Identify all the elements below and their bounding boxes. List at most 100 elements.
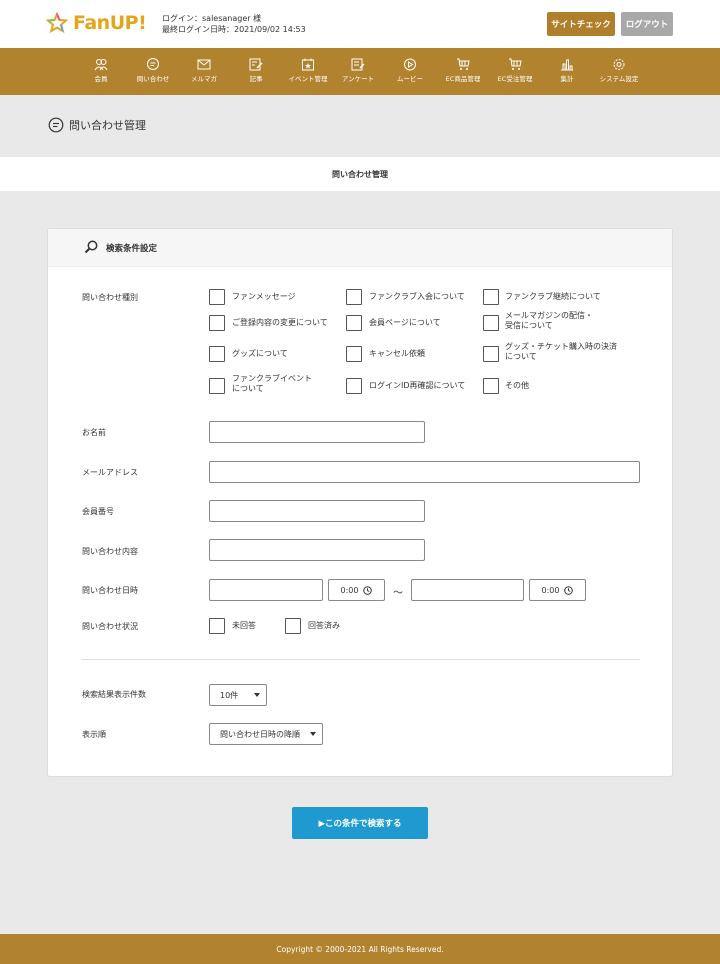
checkbox-label: グッズ・チケット購入時の決済 について bbox=[505, 342, 617, 361]
site-check-button[interactable]: サイトチェック bbox=[547, 12, 615, 36]
checkbox-cancel-request[interactable] bbox=[346, 346, 362, 362]
inquiry-type-label: 問い合わせ種別 bbox=[82, 293, 138, 302]
checkbox-fan-message[interactable] bbox=[209, 289, 225, 305]
checkbox-payment[interactable] bbox=[483, 346, 499, 362]
checkbox-fanclub-renew[interactable] bbox=[483, 289, 499, 305]
time-to-input[interactable]: 0:00 bbox=[529, 579, 586, 601]
result-count-label: 検索結果表示件数 bbox=[82, 690, 146, 699]
member-number-input[interactable] bbox=[209, 500, 425, 522]
nav-item-ec-products[interactable]: EC商品管理 bbox=[433, 58, 493, 83]
logo-star-icon bbox=[46, 12, 68, 34]
inquiry-datetime-label: 問い合わせ日時 bbox=[82, 586, 138, 595]
survey-icon bbox=[351, 58, 365, 71]
checkbox-fanclub-event[interactable] bbox=[209, 378, 225, 394]
clock-icon bbox=[564, 585, 574, 595]
page-title-text: 問い合わせ管理 bbox=[69, 119, 146, 132]
panel-header: 検索条件設定 bbox=[48, 229, 672, 267]
nav-label: ムービー bbox=[397, 75, 423, 83]
checkbox-answered[interactable] bbox=[285, 618, 301, 634]
checkbox-label: ファンメッセージ bbox=[232, 292, 296, 301]
nav-label: 会員 bbox=[94, 75, 108, 83]
checkbox-label: 会員ページについて bbox=[369, 318, 441, 327]
breadcrumb: 問い合わせ管理 bbox=[0, 157, 720, 191]
nav-item-system[interactable]: システム設定 bbox=[589, 58, 649, 83]
date-to-input[interactable] bbox=[411, 579, 524, 601]
checkbox-label: グッズについて bbox=[232, 349, 288, 358]
bar-chart-icon bbox=[561, 59, 573, 71]
member-number-label: 会員番号 bbox=[82, 507, 114, 516]
checkbox-label: ご登録内容の変更について bbox=[232, 318, 328, 327]
checkbox-label: キャンセル依頼 bbox=[369, 349, 425, 358]
range-separator: 〜 bbox=[393, 588, 403, 599]
edit-icon bbox=[249, 58, 263, 71]
sort-order-label: 表示順 bbox=[82, 730, 106, 739]
result-count-select[interactable]: 10件 bbox=[209, 684, 267, 706]
fanup-logo[interactable]: FanUP! bbox=[46, 12, 147, 34]
inquiry-content-label: 問い合わせ内容 bbox=[82, 547, 138, 556]
time-from-value: 0:00 bbox=[340, 585, 359, 595]
nav-item-stats[interactable]: 集計 bbox=[537, 58, 597, 83]
footer: Copyright © 2000-2021 All Rights Reserve… bbox=[0, 934, 720, 964]
nav-label: EC受注管理 bbox=[497, 75, 533, 83]
panel-title: 検索条件設定 bbox=[106, 244, 158, 254]
mail-icon bbox=[197, 59, 211, 70]
name-label: お名前 bbox=[82, 428, 106, 437]
copyright: Copyright © 2000-2021 All Rights Reserve… bbox=[276, 944, 444, 954]
nav-item-survey[interactable]: アンケート bbox=[328, 58, 388, 83]
time-from-input[interactable]: 0:00 bbox=[328, 579, 385, 601]
cart-icon bbox=[457, 58, 470, 70]
checkbox-unanswered[interactable] bbox=[209, 618, 225, 634]
inquiry-status-label: 問い合わせ状況 bbox=[82, 622, 138, 631]
checkbox-label: 未回答 bbox=[232, 621, 256, 630]
nav-label: 記事 bbox=[249, 75, 263, 83]
nav-item-members[interactable]: 会員 bbox=[71, 58, 131, 83]
time-to-value: 0:00 bbox=[541, 585, 560, 595]
breadcrumb-current: 問い合わせ管理 bbox=[332, 169, 388, 179]
cart-icon bbox=[509, 58, 522, 70]
checkbox-label: ファンクラブ継続について bbox=[505, 292, 601, 301]
date-from-input[interactable] bbox=[209, 579, 323, 601]
nav-item-ec-orders[interactable]: EC受注管理 bbox=[485, 58, 545, 83]
logo-text: FanUP! bbox=[73, 12, 147, 34]
inquiry-content-input[interactable] bbox=[209, 539, 425, 561]
checkbox-label: ファンクラブイベント について bbox=[232, 374, 312, 393]
nav-label: メルマガ bbox=[191, 75, 217, 83]
gear-icon bbox=[613, 59, 625, 70]
nav-label: 集計 bbox=[560, 75, 574, 83]
logout-button[interactable]: ログアウト bbox=[621, 12, 673, 36]
divider bbox=[82, 659, 640, 660]
email-input[interactable] bbox=[209, 461, 640, 483]
name-input[interactable] bbox=[209, 421, 425, 443]
checkbox-mailmag-delivery[interactable] bbox=[483, 315, 499, 331]
checkbox-registration-change[interactable] bbox=[209, 315, 225, 331]
result-count-value: 10件 bbox=[220, 690, 239, 700]
checkbox-label: メールマガジンの配信・ 受信について bbox=[505, 311, 593, 330]
sort-order-value: 問い合わせ日時の降順 bbox=[220, 729, 300, 739]
email-label: メールアドレス bbox=[82, 468, 138, 477]
login-info: ログイン：salesanager 様 最終ログイン日時：2021/09/02 1… bbox=[162, 13, 306, 35]
checkbox-label: その他 bbox=[505, 381, 529, 390]
users-icon bbox=[94, 59, 108, 71]
nav-item-articles[interactable]: 記事 bbox=[226, 58, 286, 83]
nav-item-mailmag[interactable]: メルマガ bbox=[174, 58, 234, 83]
sort-order-select[interactable]: 問い合わせ日時の降順 bbox=[209, 723, 323, 745]
checkbox-login-id[interactable] bbox=[346, 378, 362, 394]
main-nav: 会員 問い合わせ メルマガ 記事 イベント管理 アンケート ムービー EC商品管… bbox=[0, 48, 720, 95]
chat-icon bbox=[147, 58, 159, 70]
search-conditions-panel: 検索条件設定 問い合わせ種別 ファンメッセージ ファンクラブ入会について ファン… bbox=[47, 228, 673, 777]
search-icon bbox=[84, 240, 98, 254]
checkbox-goods[interactable] bbox=[209, 346, 225, 362]
search-button[interactable]: ▶この条件で検索する bbox=[292, 807, 428, 839]
calendar-star-icon bbox=[302, 58, 314, 71]
checkbox-label: 回答済み bbox=[308, 621, 340, 630]
checkbox-member-page[interactable] bbox=[346, 315, 362, 331]
chat-icon bbox=[48, 117, 64, 133]
nav-item-movie[interactable]: ムービー bbox=[380, 58, 440, 83]
checkbox-other[interactable] bbox=[483, 378, 499, 394]
page-title: 問い合わせ管理 bbox=[48, 117, 146, 133]
caret-down-icon bbox=[310, 732, 316, 736]
nav-label: システム設定 bbox=[599, 75, 639, 83]
last-login: 最終ログイン日時：2021/09/02 14:53 bbox=[162, 25, 306, 34]
checkbox-fanclub-join[interactable] bbox=[346, 289, 362, 305]
checkbox-label: ファンクラブ入会について bbox=[369, 292, 465, 301]
